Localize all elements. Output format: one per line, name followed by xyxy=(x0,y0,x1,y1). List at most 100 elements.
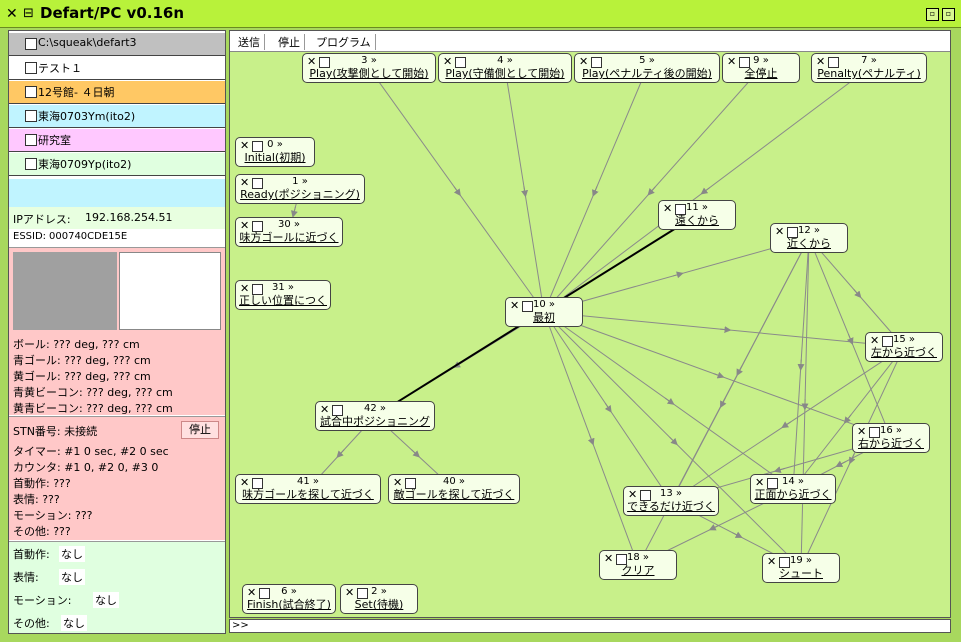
node-label: 全停止 xyxy=(744,67,778,80)
node-label: 最初 xyxy=(533,311,555,324)
node-label: できるだけ近づく xyxy=(627,500,715,513)
yellow-goal-readout: 黄ゴール: ??? deg, ??? cm xyxy=(13,370,151,383)
directory-item[interactable]: 東海0709Yp(ito2) xyxy=(9,153,225,176)
directory-item[interactable]: 研究室 xyxy=(9,129,225,152)
directory-checkbox[interactable] xyxy=(25,86,37,98)
state-node[interactable]: ✕ 14 » 正面から近づく xyxy=(750,474,836,504)
directory-label: 12号館- ４日朝 xyxy=(38,86,115,99)
directory-item[interactable]: 東海0703Ym(ito2) xyxy=(9,105,225,128)
close-icon[interactable]: ✕ xyxy=(6,6,18,22)
counter-readout: カウンタ: #1 0, #2 0, #3 0 xyxy=(13,461,159,474)
window-buttons: ▫ ▫ xyxy=(923,6,955,21)
manual-label: モーション: xyxy=(13,594,72,607)
directory-label: 東海0709Yp(ito2) xyxy=(38,158,132,171)
state-node[interactable]: ✕ 11 » 遠くから xyxy=(658,200,736,230)
head-motion-readout: 首動作: ??? xyxy=(13,477,71,490)
node-label: 敵ゴールを探して近づく xyxy=(393,488,515,501)
state-node[interactable]: ✕ 2 » Set(待機) xyxy=(340,584,418,614)
state-node[interactable]: ✕ 9 » 全停止 xyxy=(722,53,800,83)
node-label: 遠くから xyxy=(675,214,719,227)
directory-checkbox[interactable] xyxy=(25,62,37,74)
title-bar: ✕ ⊟ Defart/PC v0.16n ▫ ▫ xyxy=(0,0,961,28)
node-label: Finish(試合終了) xyxy=(247,598,331,611)
state-node[interactable]: ✕ 7 » Penalty(ペナルティ) xyxy=(811,53,927,83)
ip-row: IPアドレス: 192.168.254.51 xyxy=(9,207,225,229)
node-label: シュート xyxy=(779,567,823,580)
node-label: Initial(初期) xyxy=(244,151,306,164)
timer-readout: タイマー: #1 0 sec, #2 0 sec xyxy=(13,445,169,458)
state-node[interactable]: ✕ 18 » クリア xyxy=(599,550,677,580)
vision-panel: ボール: ??? deg, ??? cm 青ゴール: ??? deg, ??? … xyxy=(9,247,225,415)
node-label: 正面から近づく xyxy=(754,488,832,501)
state-node[interactable]: ✕ 40 » 敵ゴールを探して近づく xyxy=(388,474,520,504)
state-node[interactable]: ✕ 3 » Play(攻撃側として開始) xyxy=(302,53,436,83)
manual-label: その他: xyxy=(13,617,50,630)
node-label: Play(守備側として開始) xyxy=(445,67,565,80)
window-title: Defart/PC v0.16n xyxy=(40,4,185,22)
state-node[interactable]: ✕ 19 » シュート xyxy=(762,553,840,583)
node-label: Set(待機) xyxy=(354,598,404,611)
camera-view-white xyxy=(119,252,221,330)
node-label: Ready(ポジショニング) xyxy=(240,188,360,201)
directory-item[interactable]: 12号館- ４日朝 xyxy=(9,81,225,104)
directory-checkbox[interactable] xyxy=(25,158,37,170)
node-label: 正しい位置につく xyxy=(239,294,327,307)
directory-item[interactable]: C:\squeak\defart3 xyxy=(9,33,225,56)
manual-panel: 首動作: なし 表情: なし モーション: なし その他: なし xyxy=(9,541,225,633)
directory-label: 研究室 xyxy=(38,134,71,147)
other-readout: その他: ??? xyxy=(13,525,71,538)
essid-row: ESSID: 000740CDE15E xyxy=(9,229,225,247)
motion-readout: モーション: ??? xyxy=(13,509,93,522)
state-node[interactable]: ✕ 0 » Initial(初期) xyxy=(235,137,315,167)
directory-item[interactable]: テスト１ xyxy=(9,57,225,80)
node-label: クリア xyxy=(621,564,655,577)
ip-label: IPアドレス: xyxy=(13,213,71,226)
stop-button[interactable]: 停止 xyxy=(181,421,219,439)
state-node[interactable]: ✕ 15 » 左から近づく xyxy=(865,332,943,362)
window-menu-icon[interactable]: ⊟ xyxy=(23,6,34,21)
directory-label: 東海0703Ym(ito2) xyxy=(38,110,136,123)
node-label: 右から近づく xyxy=(858,437,924,450)
status-panel: STN番号: 未接続 停止 タイマー: #1 0 sec, #2 0 sec カ… xyxy=(9,416,225,540)
node-label: Play(攻撃側として開始) xyxy=(309,67,429,80)
state-node[interactable]: ✕ 42 » 試合中ポジショニング xyxy=(315,401,435,431)
expand-icon[interactable]: ▫ xyxy=(942,8,955,21)
state-node[interactable]: ✕ 10 » 最初 xyxy=(505,297,583,327)
yellow-blue-beacon-readout: 黄青ビーコン: ??? deg, ??? cm xyxy=(13,402,173,415)
node-label: Penalty(ペナルティ) xyxy=(817,67,921,80)
blue-yellow-beacon-readout: 青黄ビーコン: ??? deg, ??? cm xyxy=(13,386,173,399)
directory-checkbox[interactable] xyxy=(25,134,37,146)
ball-readout: ボール: ??? deg, ??? cm xyxy=(13,338,140,351)
node-label: 試合中ポジショニング xyxy=(320,415,430,428)
command-input[interactable]: >> xyxy=(229,619,951,633)
manual-label: 表情: xyxy=(13,571,39,584)
manual-value[interactable]: なし xyxy=(59,546,85,562)
state-node[interactable]: ✕ 31 » 正しい位置につく xyxy=(235,280,331,310)
state-node[interactable]: ✕ 12 » 近くから xyxy=(770,223,848,253)
state-node[interactable]: ✕ 30 » 味方ゴールに近づく xyxy=(235,217,343,247)
state-node[interactable]: ✕ 13 » できるだけ近づく xyxy=(623,486,719,516)
stn-number: STN番号: 未接続 xyxy=(13,425,98,438)
directory-checkbox[interactable] xyxy=(25,110,37,122)
state-node[interactable]: ✕ 41 » 味方ゴールを探して近づく xyxy=(235,474,381,504)
state-node[interactable]: ✕ 16 » 右から近づく xyxy=(852,423,930,453)
collapse-icon[interactable]: ▫ xyxy=(926,8,939,21)
manual-value[interactable]: なし xyxy=(93,592,119,608)
essid-label: ESSID: xyxy=(13,231,47,242)
state-node[interactable]: ✕ 5 » Play(ペナルティ後の開始) xyxy=(574,53,720,83)
state-graph-canvas[interactable]: 送信 停止 プログラム ✕ 3 » Play(攻撃側として開始) ✕ 4 » Play(守… xyxy=(229,30,951,618)
state-node[interactable]: ✕ 1 » Ready(ポジショニング) xyxy=(235,174,365,204)
node-label: 味方ゴールに近づく xyxy=(239,231,339,244)
manual-value[interactable]: なし xyxy=(61,615,87,631)
directory-label: テスト１ xyxy=(38,62,82,75)
ip-value: 192.168.254.51 xyxy=(85,211,173,224)
manual-label: 首動作: xyxy=(13,548,50,561)
expression-readout: 表情: ??? xyxy=(13,493,60,506)
essid-value: 000740CDE15E xyxy=(49,231,128,242)
state-node[interactable]: ✕ 4 » Play(守備側として開始) xyxy=(438,53,572,83)
directory-checkbox[interactable] xyxy=(25,38,37,50)
state-node[interactable]: ✕ 6 » Finish(試合終了) xyxy=(242,584,336,614)
node-label: Play(ペナルティ後の開始) xyxy=(582,67,712,80)
camera-view-gray xyxy=(13,252,117,330)
manual-value[interactable]: なし xyxy=(59,569,85,585)
